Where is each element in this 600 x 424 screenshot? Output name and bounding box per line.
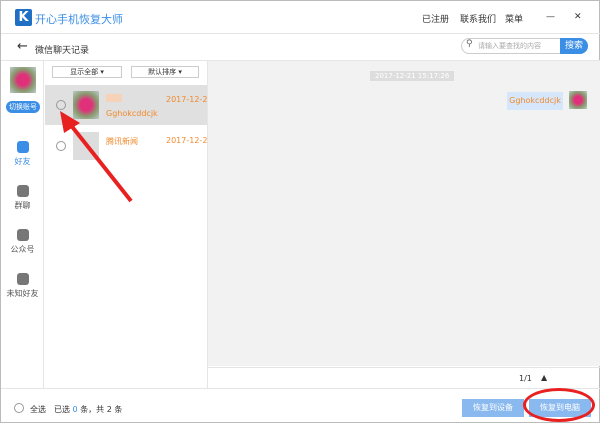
contact-checkbox[interactable] [56,100,66,110]
sender-avatar [569,91,587,109]
close-button[interactable]: ✕ [574,12,582,22]
nav-unknown-friends[interactable]: 未知好友 [1,273,44,299]
summary-mid: 条，共 [80,405,105,414]
chat-timestamp: 2017-12-21 15:17:26 [370,71,455,81]
select-all-checkbox[interactable] [14,403,24,413]
selected-count: 0 [72,405,78,414]
app-logo: K [15,9,32,26]
minimize-button[interactable]: — [546,12,555,22]
annotation-arrow [60,111,133,203]
total-count: 2 [106,405,112,414]
account-avatar [10,67,36,93]
contact-date: 2017-12-21 [166,95,213,104]
contact-link[interactable]: 联系我们 [460,12,496,25]
search-icon: ⚲ [466,39,473,49]
nav-friends[interactable]: 好友 [1,141,44,167]
back-arrow-icon[interactable]: ← [17,39,28,54]
restore-to-device-button[interactable]: 恢复到设备 [462,399,524,417]
contact-date: 2017-12-21 [166,136,213,145]
menu-link[interactable]: 菜单 [505,12,523,25]
nav-label: 公众号 [10,245,35,254]
nav-official-accounts[interactable]: 公众号 [1,229,44,255]
show-filter-select[interactable]: 显示全部 ▾ [52,66,122,78]
summary-suffix: 条 [114,405,123,414]
page-title: 微信聊天记录 [35,46,90,56]
select-value: 默认排序 [148,68,177,76]
registered-link[interactable]: 已注册 [422,12,449,25]
sort-select[interactable]: 默认排序 ▾ [131,66,199,78]
nav-label: 未知好友 [6,289,39,298]
select-value: 显示全部 [70,68,99,76]
message-bubble: Gghokcddcjk [507,92,563,110]
search-button[interactable]: 搜索 [560,38,588,54]
summary-prefix: 已选 [54,405,70,414]
nav-label: 群聊 [14,201,31,210]
unknown-person-icon [16,273,29,285]
annotation-circle [523,388,595,422]
page-indicator: 1/1 [519,374,532,383]
contact-name-blurred [106,94,122,102]
app-title: 开心手机恢复大师 [35,13,123,26]
selection-summary: 已选 0 条，共 2 条 [54,404,122,415]
group-icon [16,185,29,197]
select-all-label: 全选 [30,405,46,414]
page-up-icon[interactable]: ▲ [541,373,547,382]
search-input[interactable]: 请输入要查找的内容 [461,38,561,54]
grid-icon [16,229,29,241]
person-icon [16,141,29,153]
nav-label: 好友 [14,157,31,166]
nav-groups[interactable]: 群聊 [1,185,44,211]
switch-account-button[interactable]: 切换账号 [6,101,40,113]
